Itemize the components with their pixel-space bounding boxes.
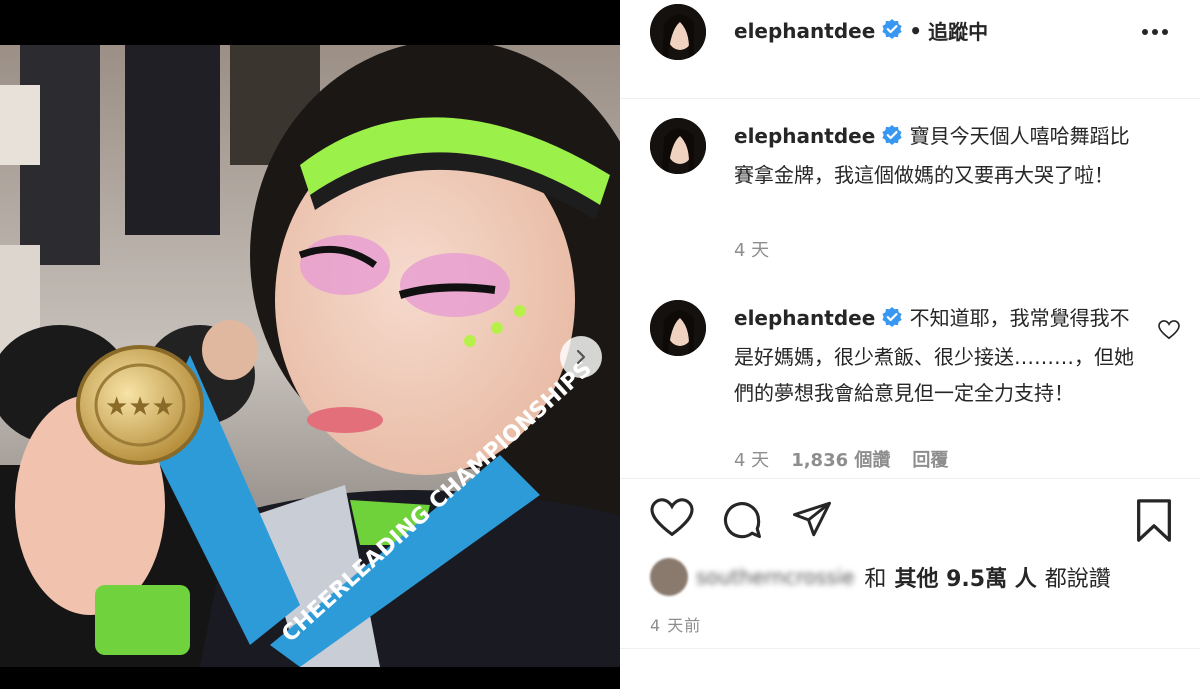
- likes-others-link[interactable]: 其他 9.5萬 人: [894, 561, 1036, 593]
- heart-icon: [1158, 320, 1180, 340]
- like-button[interactable]: [650, 498, 694, 542]
- comment-like-button[interactable]: [1158, 320, 1180, 344]
- carousel-next-button[interactable]: [560, 336, 602, 378]
- verified-badge-icon: [881, 121, 903, 157]
- comment-likes[interactable]: 1,836 個讚: [791, 446, 890, 472]
- comment-body: elephantdee 寶貝今天個人嘻哈舞蹈比賽拿金牌，我這個做媽的又要再大哭了…: [734, 118, 1144, 193]
- comment-item: elephantdee 不知道耶，我常覺得我不是好媽媽，很少煮飯、很少接送…………: [620, 300, 1200, 475]
- likes-conjunction: 和: [864, 567, 887, 592]
- caption-comment: elephantdee 寶貝今天個人嘻哈舞蹈比賽拿金牌，我這個做媽的又要再大哭了…: [620, 118, 1200, 278]
- comment-icon: [723, 502, 761, 539]
- svg-text:★★★: ★★★: [105, 392, 175, 422]
- comment-meta: 4 天: [734, 236, 769, 262]
- comment-meta: 4 天 1,836 個讚 回覆: [734, 446, 948, 472]
- likes-suffix: 都說讚: [1044, 567, 1111, 592]
- save-button[interactable]: [1134, 498, 1174, 548]
- comment-time[interactable]: 4 天: [734, 446, 769, 472]
- divider: [620, 648, 1200, 649]
- post-timestamp[interactable]: 4 天前: [650, 612, 701, 636]
- author-avatar[interactable]: [650, 4, 706, 60]
- post-photo[interactable]: CHEERLEADING CHAMPIONSHIPS ★★★: [0, 45, 620, 667]
- commenter-avatar[interactable]: [650, 300, 706, 356]
- comment-time[interactable]: 4 天: [734, 236, 769, 262]
- post-sidebar: elephantdee • 追蹤中 elephantdee 寶貝今天個人嘻哈舞蹈…: [620, 0, 1200, 689]
- comment-button[interactable]: [720, 498, 764, 546]
- header-user-row: elephantdee • 追蹤中: [734, 16, 988, 45]
- instagram-post: CHEERLEADING CHAMPIONSHIPS ★★★ elephantd…: [0, 0, 1200, 689]
- header-separator: •: [909, 18, 923, 43]
- liker-avatar[interactable]: [650, 558, 688, 596]
- author-username[interactable]: elephantdee: [734, 19, 875, 43]
- likes-summary: southerncrossie 和 其他 9.5萬 人 都說讚: [650, 558, 1111, 596]
- heart-icon: [650, 498, 694, 537]
- verified-badge-icon: [881, 18, 903, 44]
- comment-username[interactable]: elephantdee: [734, 306, 875, 330]
- chevron-right-icon: [576, 349, 586, 365]
- first-liker-name[interactable]: southerncrossie: [696, 565, 854, 589]
- following-button[interactable]: 追蹤中: [928, 16, 988, 45]
- verified-badge-icon: [881, 303, 903, 339]
- paper-plane-icon: [793, 501, 831, 537]
- post-media: CHEERLEADING CHAMPIONSHIPS ★★★: [0, 0, 620, 689]
- more-dots-icon: [1142, 29, 1168, 35]
- action-bar: [650, 498, 1171, 546]
- share-button[interactable]: [790, 498, 834, 544]
- more-options-button[interactable]: [1140, 22, 1170, 46]
- bookmark-icon: [1137, 499, 1171, 542]
- comment-body: elephantdee 不知道耶，我常覺得我不是好媽媽，很少煮飯、很少接送…………: [734, 300, 1144, 411]
- reply-button[interactable]: 回覆: [912, 446, 948, 472]
- post-header: elephantdee • 追蹤中: [620, 0, 1200, 99]
- divider: [620, 478, 1200, 479]
- commenter-avatar[interactable]: [650, 118, 706, 174]
- comment-username[interactable]: elephantdee: [734, 124, 875, 148]
